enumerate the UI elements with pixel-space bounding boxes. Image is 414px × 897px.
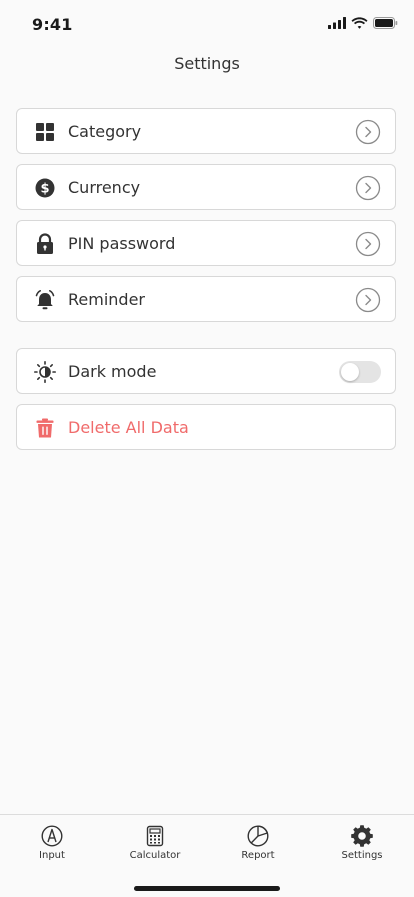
grid-icon — [34, 121, 56, 143]
settings-item-label: PIN password — [68, 234, 176, 253]
lock-icon — [34, 233, 56, 255]
settings-item-pin-password[interactable]: PIN password — [16, 220, 396, 266]
status-icons — [328, 17, 398, 29]
tab-input[interactable]: Input — [7, 825, 97, 861]
bell-icon — [34, 289, 56, 311]
dollar-circle-icon: $ — [34, 177, 56, 199]
settings-item-label: Delete All Data — [68, 418, 189, 437]
signal-icon — [328, 17, 346, 29]
page-title: Settings — [174, 54, 240, 73]
tab-calculator[interactable]: Calculator — [110, 825, 200, 861]
toggle-knob — [341, 363, 359, 381]
chevron-right-icon — [355, 231, 381, 257]
tab-label: Input — [39, 850, 65, 861]
calculator-icon — [146, 825, 164, 847]
gear-icon — [351, 825, 373, 847]
chevron-right-icon — [355, 287, 381, 313]
tab-bar: Input Calculator Report Settings — [0, 814, 414, 897]
pencil-circle-icon — [41, 825, 63, 847]
svg-text:$: $ — [40, 182, 49, 197]
tab-report[interactable]: Report — [213, 825, 303, 861]
tab-label: Calculator — [129, 850, 181, 861]
settings-item-currency[interactable]: $ Currency — [16, 164, 396, 210]
settings-item-category[interactable]: Category — [16, 108, 396, 154]
trash-icon — [34, 417, 56, 439]
status-bar: 9:41 — [0, 0, 414, 48]
settings-item-label: Dark mode — [68, 362, 157, 381]
tab-settings[interactable]: Settings — [317, 825, 407, 861]
settings-item-reminder[interactable]: Reminder — [16, 276, 396, 322]
pie-chart-icon — [247, 825, 269, 847]
settings-item-dark-mode: Dark mode — [16, 348, 396, 394]
brightness-icon — [34, 361, 56, 383]
battery-icon — [373, 17, 398, 29]
status-time: 9:41 — [32, 15, 73, 34]
chevron-right-icon — [355, 119, 381, 145]
delete-all-data-button[interactable]: Delete All Data — [16, 404, 396, 450]
settings-item-label: Currency — [68, 178, 141, 197]
home-indicator — [134, 886, 280, 891]
tab-label: Report — [241, 850, 275, 861]
tab-label: Settings — [341, 850, 383, 861]
chevron-right-icon — [355, 175, 381, 201]
dark-mode-toggle[interactable] — [339, 361, 381, 383]
settings-item-label: Reminder — [68, 290, 145, 309]
settings-item-label: Category — [68, 122, 142, 141]
wifi-icon — [351, 17, 368, 29]
